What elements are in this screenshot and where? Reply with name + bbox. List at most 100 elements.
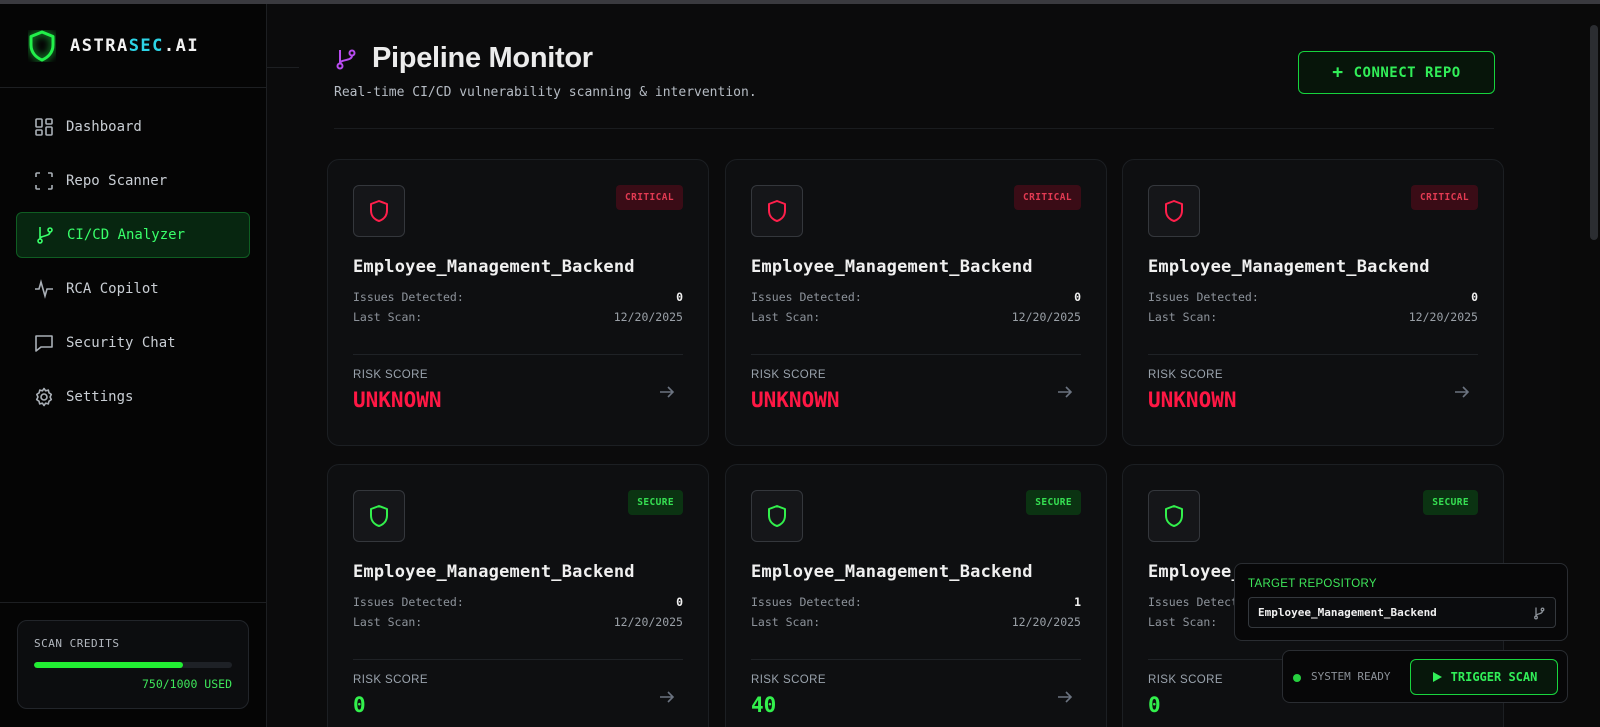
sidebar-item-label: Dashboard [66,119,142,135]
credits-label: SCAN CREDITS [34,637,120,650]
page-scrollbar[interactable] [1590,25,1598,240]
sidebar-item-label: Repo Scanner [66,173,168,189]
status-badge: CRITICAL [1014,185,1081,210]
risk-score-value: UNKNOWN [1148,388,1237,412]
last-scan-row: Last Scan: 12/20/2025 [353,615,683,629]
pipeline-card[interactable]: CRITICAL Employee_Management_Backend Iss… [1122,159,1504,446]
main-corner-border [267,4,299,68]
card-divider [751,659,1081,660]
issues-row: Issues Detected: 1 [751,595,1081,609]
status-badge: CRITICAL [616,185,683,210]
risk-score-value: 40 [751,693,777,717]
last-scan-date: 12/20/2025 [1011,310,1081,324]
repo-name: Employee_Management_Backend [751,562,1033,582]
sidebar-item-dashboard[interactable]: Dashboard [16,104,250,150]
system-status-panel: SYSTEM READY TRIGGER SCAN [1282,650,1568,703]
credits-used-text: 750/1000 USED [141,677,232,691]
last-scan-date: 12/20/2025 [1408,310,1478,324]
risk-score-label: RISK SCORE [353,369,428,381]
last-scan-label: Last Scan: [751,615,821,629]
risk-score-value: 0 [1148,693,1161,717]
issues-row: Issues Detected: 0 [353,290,683,304]
issues-label: Issues Detected: [751,595,862,609]
play-icon [1432,672,1442,682]
shield-icon [768,200,786,222]
last-scan-row: Last Scan: 12/20/2025 [751,615,1081,629]
shield-icon [29,30,55,61]
risk-score-label: RISK SCORE [1148,674,1223,686]
git-branch-icon [336,49,356,69]
sidebar-item-cicd-analyzer[interactable]: CI/CD Analyzer [16,212,250,258]
page-subtitle: Real-time CI/CD vulnerability scanning &… [334,85,757,100]
card-status-icon-box [353,185,405,237]
target-repository-panel: TARGET REPOSITORY Employee_Management_Ba… [1234,563,1568,641]
pipeline-card[interactable]: SECURE Employee_Management_Backend Issue… [725,464,1107,727]
card-divider [353,659,683,660]
arrow-right-icon[interactable] [1453,383,1471,401]
card-status-icon-box [751,185,803,237]
brand[interactable]: ASTRASEC.AI [0,4,266,88]
sidebar-item-label: Security Chat [66,335,176,351]
risk-score-value: UNKNOWN [353,388,442,412]
sidebar-nav: Dashboard Repo Scanner CI/CD Analyzer RC… [0,88,266,444]
arrow-right-icon[interactable] [1056,688,1074,706]
repo-name: Employee_Management_Backend [1148,257,1430,277]
shield-icon [370,200,388,222]
plus-icon: + [1332,62,1344,83]
message-icon [35,335,53,352]
sidebar-item-security-chat[interactable]: Security Chat [16,320,250,366]
repo-name: Employee_Management_Backend [751,257,1033,277]
git-branch-icon [1534,607,1545,620]
card-status-icon-box [751,490,803,542]
risk-score-value: 0 [353,693,366,717]
issues-label: Issues Detected: [353,290,464,304]
pipeline-card[interactable]: CRITICAL Employee_Management_Backend Iss… [327,159,709,446]
last-scan-label: Last Scan: [353,310,423,324]
last-scan-label: Last Scan: [353,615,423,629]
credits-progress-bar [34,662,232,668]
issues-count: 0 [676,290,683,304]
sidebar-item-repo-scanner[interactable]: Repo Scanner [16,158,250,204]
card-status-icon-box [1148,490,1200,542]
arrow-right-icon[interactable] [658,383,676,401]
last-scan-label: Last Scan: [1148,310,1218,324]
shield-icon [768,505,786,527]
shield-icon [1165,505,1183,527]
page-title: Pipeline Monitor [372,42,593,74]
risk-score-value: UNKNOWN [751,388,840,412]
connect-repo-label: CONNECT REPO [1353,64,1461,81]
card-status-icon-box [1148,185,1200,237]
issues-label: Issues Detected: [1148,290,1259,304]
risk-score-label: RISK SCORE [751,369,826,381]
pipeline-card[interactable]: SECURE Employee_Management_Backend Issue… [327,464,709,727]
pipeline-card[interactable]: CRITICAL Employee_Management_Backend Iss… [725,159,1107,446]
trigger-scan-label: TRIGGER SCAN [1450,670,1538,684]
issues-count: 0 [676,595,683,609]
status-text: SYSTEM READY [1311,670,1391,683]
credits-section: SCAN CREDITS 750/1000 USED [0,602,266,727]
arrow-right-icon[interactable] [1056,383,1074,401]
trigger-scan-button[interactable]: TRIGGER SCAN [1410,659,1558,695]
shield-icon [1165,200,1183,222]
target-repository-select[interactable]: Employee_Management_Backend [1248,597,1556,628]
git-branch-icon [37,227,53,244]
risk-score-label: RISK SCORE [1148,369,1223,381]
status-badge: SECURE [1026,490,1081,515]
brand-name: ASTRASEC.AI [70,35,200,56]
last-scan-row: Last Scan: 12/20/2025 [1148,310,1478,324]
last-scan-label: Last Scan: [1148,615,1218,629]
last-scan-row: Last Scan: 12/20/2025 [353,310,683,324]
sidebar-item-label: CI/CD Analyzer [67,227,186,243]
repo-name: Employee_Management_Backend [353,562,635,582]
status-badge: CRITICAL [1411,185,1478,210]
last-scan-label: Last Scan: [751,310,821,324]
last-scan-row: Last Scan: 12/20/2025 [751,310,1081,324]
risk-score-label: RISK SCORE [353,674,428,686]
arrow-right-icon[interactable] [658,688,676,706]
sidebar-item-rca-copilot[interactable]: RCA Copilot [16,266,250,312]
issues-row: Issues Detected: 0 [353,595,683,609]
issues-count: 1 [1074,595,1081,609]
connect-repo-button[interactable]: + CONNECT REPO [1298,51,1495,94]
scan-credits-card: SCAN CREDITS 750/1000 USED [17,620,249,709]
sidebar-item-settings[interactable]: Settings [16,374,250,420]
